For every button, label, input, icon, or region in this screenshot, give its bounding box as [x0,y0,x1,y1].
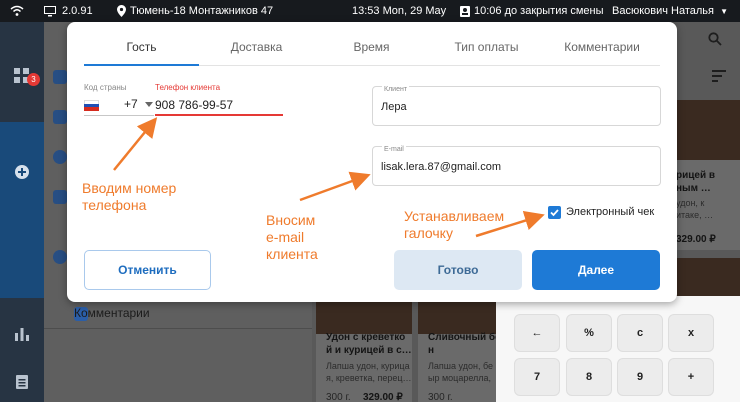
client-name-input[interactable] [381,98,641,116]
annotation-email-line3: клиента [266,246,318,262]
key-9[interactable]: 9 [617,358,663,396]
product-weight: 300 г. [428,392,453,402]
annotation-email-line1: Вносим [266,212,316,228]
annotation-checkbox-line2: галочку [404,225,453,241]
document-icon[interactable] [12,372,32,392]
product-desc-line2: я, креветка, перец… [326,373,412,383]
guest-info-dialog: Гость Доставка Время Тип оплаты Коммента… [67,22,677,302]
badge-icon [460,0,470,22]
product-desc-line2: итаке, … [676,210,714,220]
search-icon[interactable] [708,32,722,49]
product-title-line1: Сливочный бе [428,332,501,343]
numeric-keypad: ← % c x 7 8 9 + [496,296,740,402]
tab-guest[interactable]: Гость [84,22,199,66]
annotation-phone-line1: Вводим номер [82,180,177,196]
phone-underline [155,114,283,116]
email-input[interactable] [381,158,641,176]
sort-icon[interactable] [712,70,726,85]
cancel-button[interactable]: Отменить [84,250,211,290]
comments-row[interactable]: Комментарии [44,298,312,328]
monitor-icon [44,0,56,22]
product-card[interactable]: Удон с креветко й и курицей в с… Лапша у… [316,300,412,402]
divider [44,328,312,329]
key-7[interactable]: 7 [514,358,560,396]
product-photo [672,100,740,160]
add-order-icon[interactable] [12,162,32,182]
email-field[interactable]: E-mail [372,146,661,186]
product-title-line2: й и курицей в с… [326,345,412,356]
date-time: 13:53 Mon, 29 May [352,5,447,17]
product-title-line1: Удон с креветко [326,332,406,343]
caret-down-icon: ▼ [720,7,728,16]
tab-comments[interactable]: Комментарии [544,22,660,66]
annotation-email-line2: e-mail [266,229,305,245]
key-percent[interactable]: % [566,314,612,352]
product-desc-line1: Лапша удон, бе [428,361,493,371]
user-menu[interactable]: Васюкович Наталья ▼ [612,0,728,22]
product-price: 329.00 ₽ [363,392,403,402]
country-prefix[interactable]: +7 [124,97,138,111]
product-desc-line2: ыр моцарелла, [428,373,492,383]
country-code-label: Код страны [84,83,127,92]
user-name: Васюкович Наталья [612,5,714,17]
app-version: 2.0.91 [62,5,93,17]
tab-time[interactable]: Время [314,22,429,66]
annotation-phone: Вводим номер телефона [82,180,176,214]
product-title-line1: рицей в [676,170,716,181]
phone-input[interactable] [155,95,285,115]
next-button[interactable]: Далее [532,250,660,290]
clock-icon [53,150,67,164]
phone-label: Телефон клиента [155,83,221,92]
country-underline [84,115,154,116]
info-icon [53,250,67,264]
done-button[interactable]: Готово [394,250,522,290]
sidebar-active-section [0,122,44,298]
client-label: Клиент [382,86,410,93]
location-pin-icon [117,0,126,22]
shift-remaining: 10:06 до закрытия смены [474,5,604,17]
key-8[interactable]: 8 [566,358,612,396]
active-tab-indicator [84,64,199,66]
comments-label: Комментарии [74,306,150,320]
key-backspace[interactable]: ← [514,314,560,352]
key-multiply[interactable]: x [668,314,714,352]
sidebar: 3 [0,22,44,402]
country-dropdown-icon[interactable] [145,102,153,107]
product-price: 329.00 ₽ [676,234,716,245]
checkmark-icon [550,209,559,217]
key-plus[interactable]: + [668,358,714,396]
store-location: Тюмень-18 Монтажников 47 [130,5,274,17]
status-bar: 2.0.91 Тюмень-18 Монтажников 47 13:53 Mo… [0,0,740,22]
annotation-email: Вносим e-mail клиента [266,212,318,263]
email-label: E-mail [382,146,406,153]
wifi-icon [10,0,24,22]
product-desc-line1: Лапша удон, курица [326,361,410,371]
notification-badge: 3 [27,73,40,86]
e-receipt-label: Электронный чек [566,206,655,218]
reports-icon[interactable] [12,324,32,344]
annotation-checkbox: Устанавливаем галочку [404,208,504,242]
russia-flag-icon[interactable] [84,100,99,111]
annotation-phone-line2: телефона [82,197,147,213]
key-clear[interactable]: c [617,314,663,352]
e-receipt-checkbox[interactable] [548,206,561,219]
tab-payment-type[interactable]: Тип оплаты [429,22,544,66]
product-weight: 300 г. [326,392,351,402]
card-icon [53,110,67,124]
annotation-checkbox-line1: Устанавливаем [404,208,505,224]
product-title-line2: ным … [676,183,711,194]
dialog-tabs: Гость Доставка Время Тип оплаты Коммента… [84,22,660,66]
wallet-icon [53,190,67,204]
client-name-field[interactable]: Клиент [372,86,661,126]
product-title-line2: н [428,345,435,356]
tab-delivery[interactable]: Доставка [199,22,314,66]
product-photo [316,300,412,334]
product-card[interactable]: рицей в ным … удон, к итаке, … 329.00 ₽ [672,100,740,250]
person-icon [53,70,67,84]
product-desc-line1: удон, к [676,198,705,208]
